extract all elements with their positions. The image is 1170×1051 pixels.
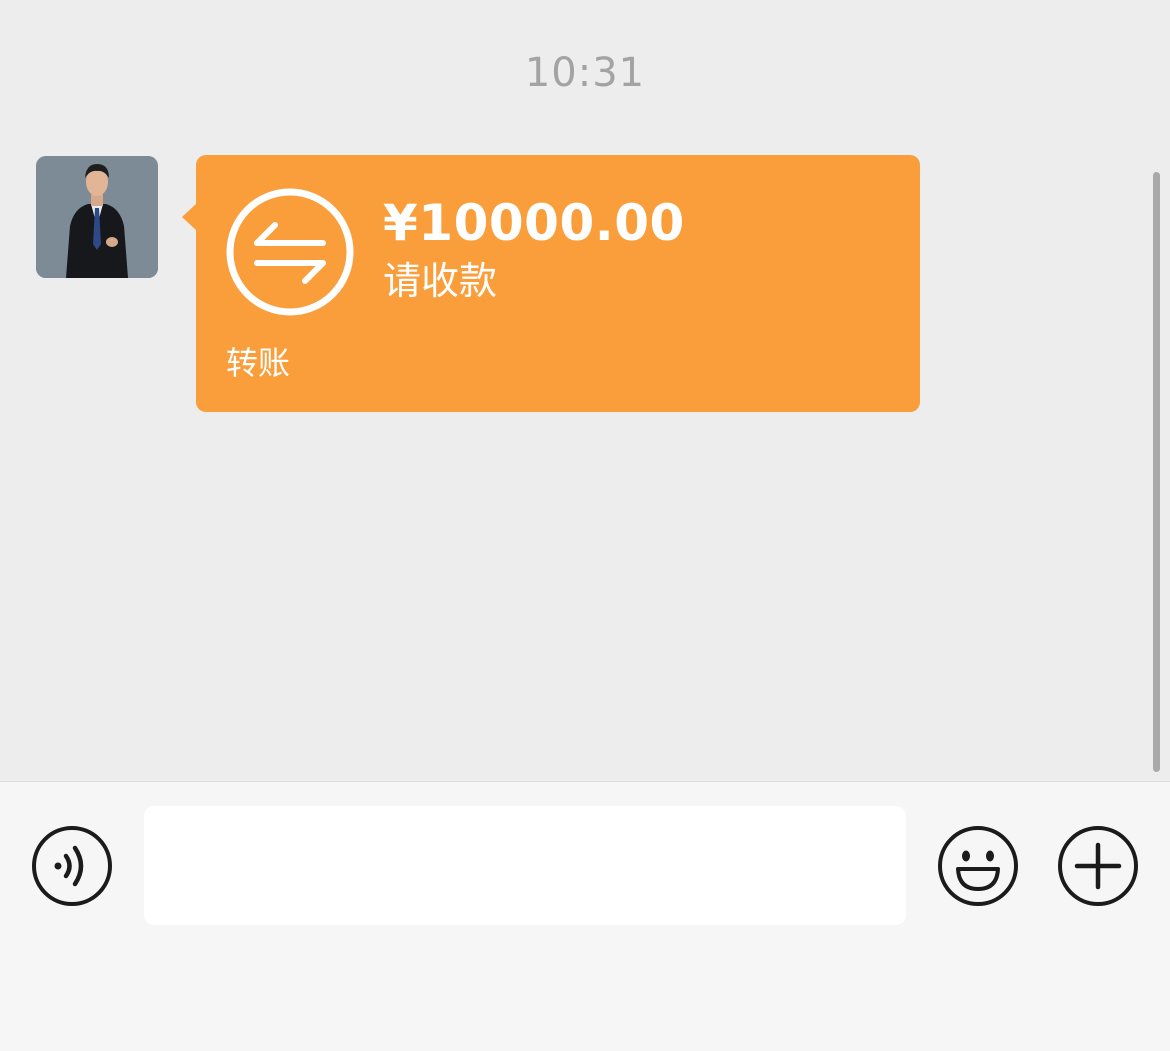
voice-icon xyxy=(32,826,112,906)
emoji-icon xyxy=(938,826,1018,906)
bubble-tail xyxy=(182,203,197,231)
voice-input-button[interactable] xyxy=(31,825,113,907)
transfer-amount: ¥10000.00 xyxy=(383,194,685,252)
chat-screen: 10:31 ¥10000.00 请收款 转账 xyxy=(0,0,1170,1051)
message-list[interactable]: 10:31 ¥10000.00 请收款 转账 xyxy=(0,0,1170,781)
transfer-status-label: 请收款 xyxy=(383,259,498,303)
emoji-button[interactable] xyxy=(937,825,1019,907)
transfer-message-bubble[interactable]: ¥10000.00 请收款 转账 xyxy=(182,155,920,412)
message-timestamp: 10:31 xyxy=(524,50,646,96)
plus-icon xyxy=(1058,826,1138,906)
transfer-arrows-icon xyxy=(226,188,354,316)
person-avatar-image xyxy=(36,156,158,278)
message-text-input[interactable] xyxy=(144,806,906,925)
chat-scrollbar[interactable] xyxy=(1153,172,1160,772)
input-toolbar xyxy=(0,781,1170,1051)
sender-avatar[interactable] xyxy=(36,156,158,278)
more-functions-button[interactable] xyxy=(1057,825,1139,907)
transfer-footer-label: 转账 xyxy=(226,344,291,382)
